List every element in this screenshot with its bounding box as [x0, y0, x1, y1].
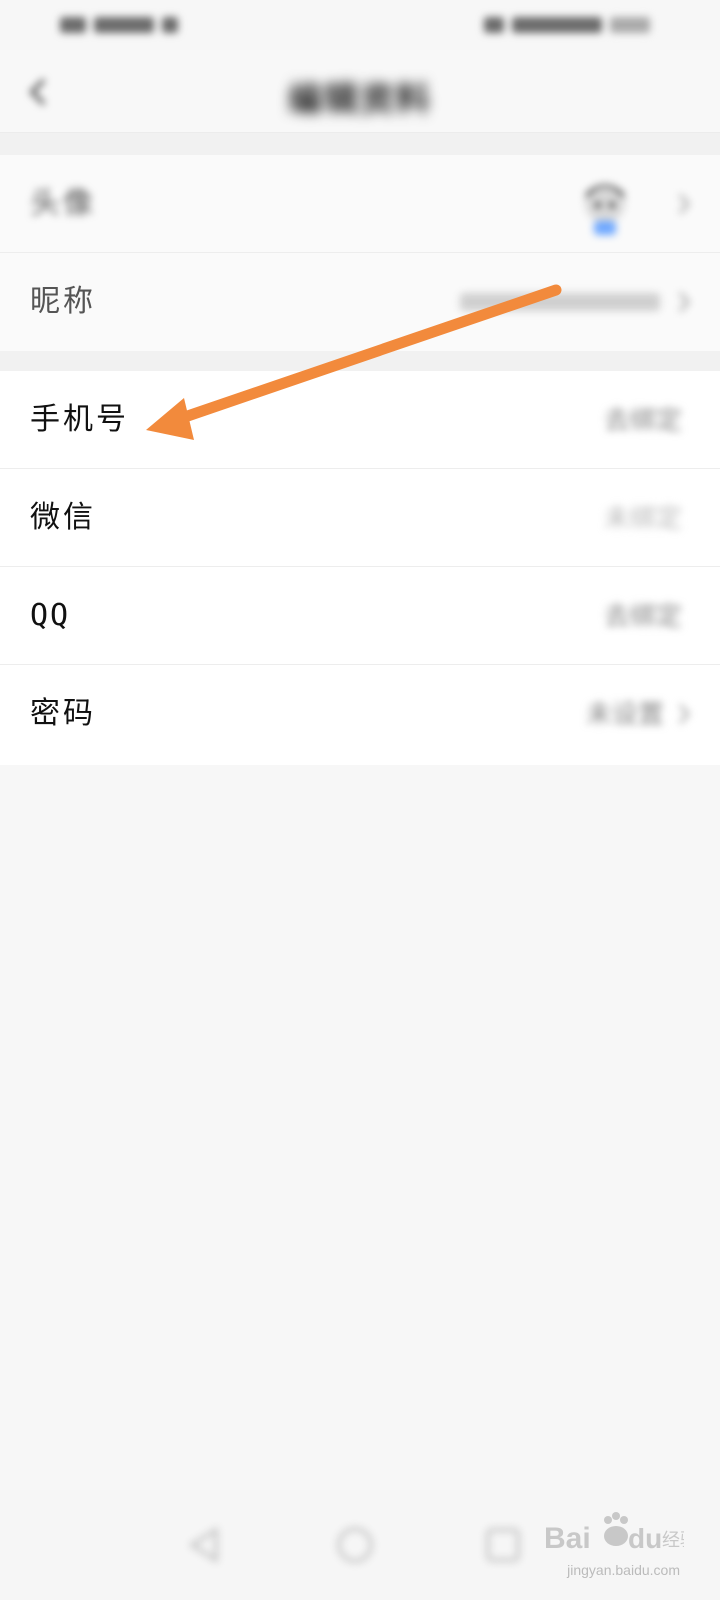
notification-icon [484, 17, 504, 33]
password-label: 密码 [30, 696, 96, 731]
qq-row[interactable]: QQ 去绑定 [0, 567, 720, 665]
wechat-row[interactable]: 微信 未绑定 [0, 469, 720, 567]
clock-text [610, 17, 650, 33]
svg-text:du: du [628, 1523, 662, 1554]
section-gap [0, 133, 720, 155]
status-bar [0, 0, 720, 50]
svg-text:Bai: Bai [544, 1522, 591, 1555]
avatar[interactable] [578, 181, 632, 239]
page-title: 编辑资料 [288, 81, 432, 119]
nickname-value [460, 253, 660, 351]
nav-back-icon[interactable] [180, 1520, 230, 1570]
phone-row[interactable]: 手机号 去绑定 [0, 371, 720, 469]
wifi-icon [162, 17, 178, 33]
avatar-row[interactable]: 头像 [0, 155, 720, 253]
chevron-right-icon [676, 701, 692, 727]
qq-label: QQ [30, 598, 71, 633]
password-row[interactable]: 密码 未设置 [0, 665, 720, 765]
carrier-text [94, 17, 154, 33]
phone-label: 手机号 [30, 402, 129, 437]
wechat-label: 微信 [30, 500, 96, 535]
svg-text:经验: 经验 [662, 1530, 684, 1551]
status-icons [512, 17, 602, 33]
nav-recents-icon[interactable] [478, 1520, 528, 1570]
wechat-value: 未绑定 [603, 503, 682, 533]
avatar-label: 头像 [30, 186, 96, 221]
nav-home-icon[interactable] [330, 1520, 380, 1570]
phone-value: 去绑定 [603, 405, 682, 435]
chevron-right-icon [676, 289, 692, 315]
header: 编辑资料 [0, 50, 720, 133]
nickname-row[interactable]: 昵称 [0, 253, 720, 351]
status-bar-left [60, 10, 200, 40]
password-value: 未设置 [585, 699, 664, 729]
watermark-url: jingyan.baidu.com [567, 1562, 680, 1578]
section-gap [0, 351, 720, 371]
chevron-right-icon [676, 191, 692, 217]
status-bar-right [450, 10, 650, 40]
signal-icon [60, 17, 86, 33]
qq-value: 去绑定 [603, 601, 682, 631]
nickname-label: 昵称 [30, 284, 96, 319]
